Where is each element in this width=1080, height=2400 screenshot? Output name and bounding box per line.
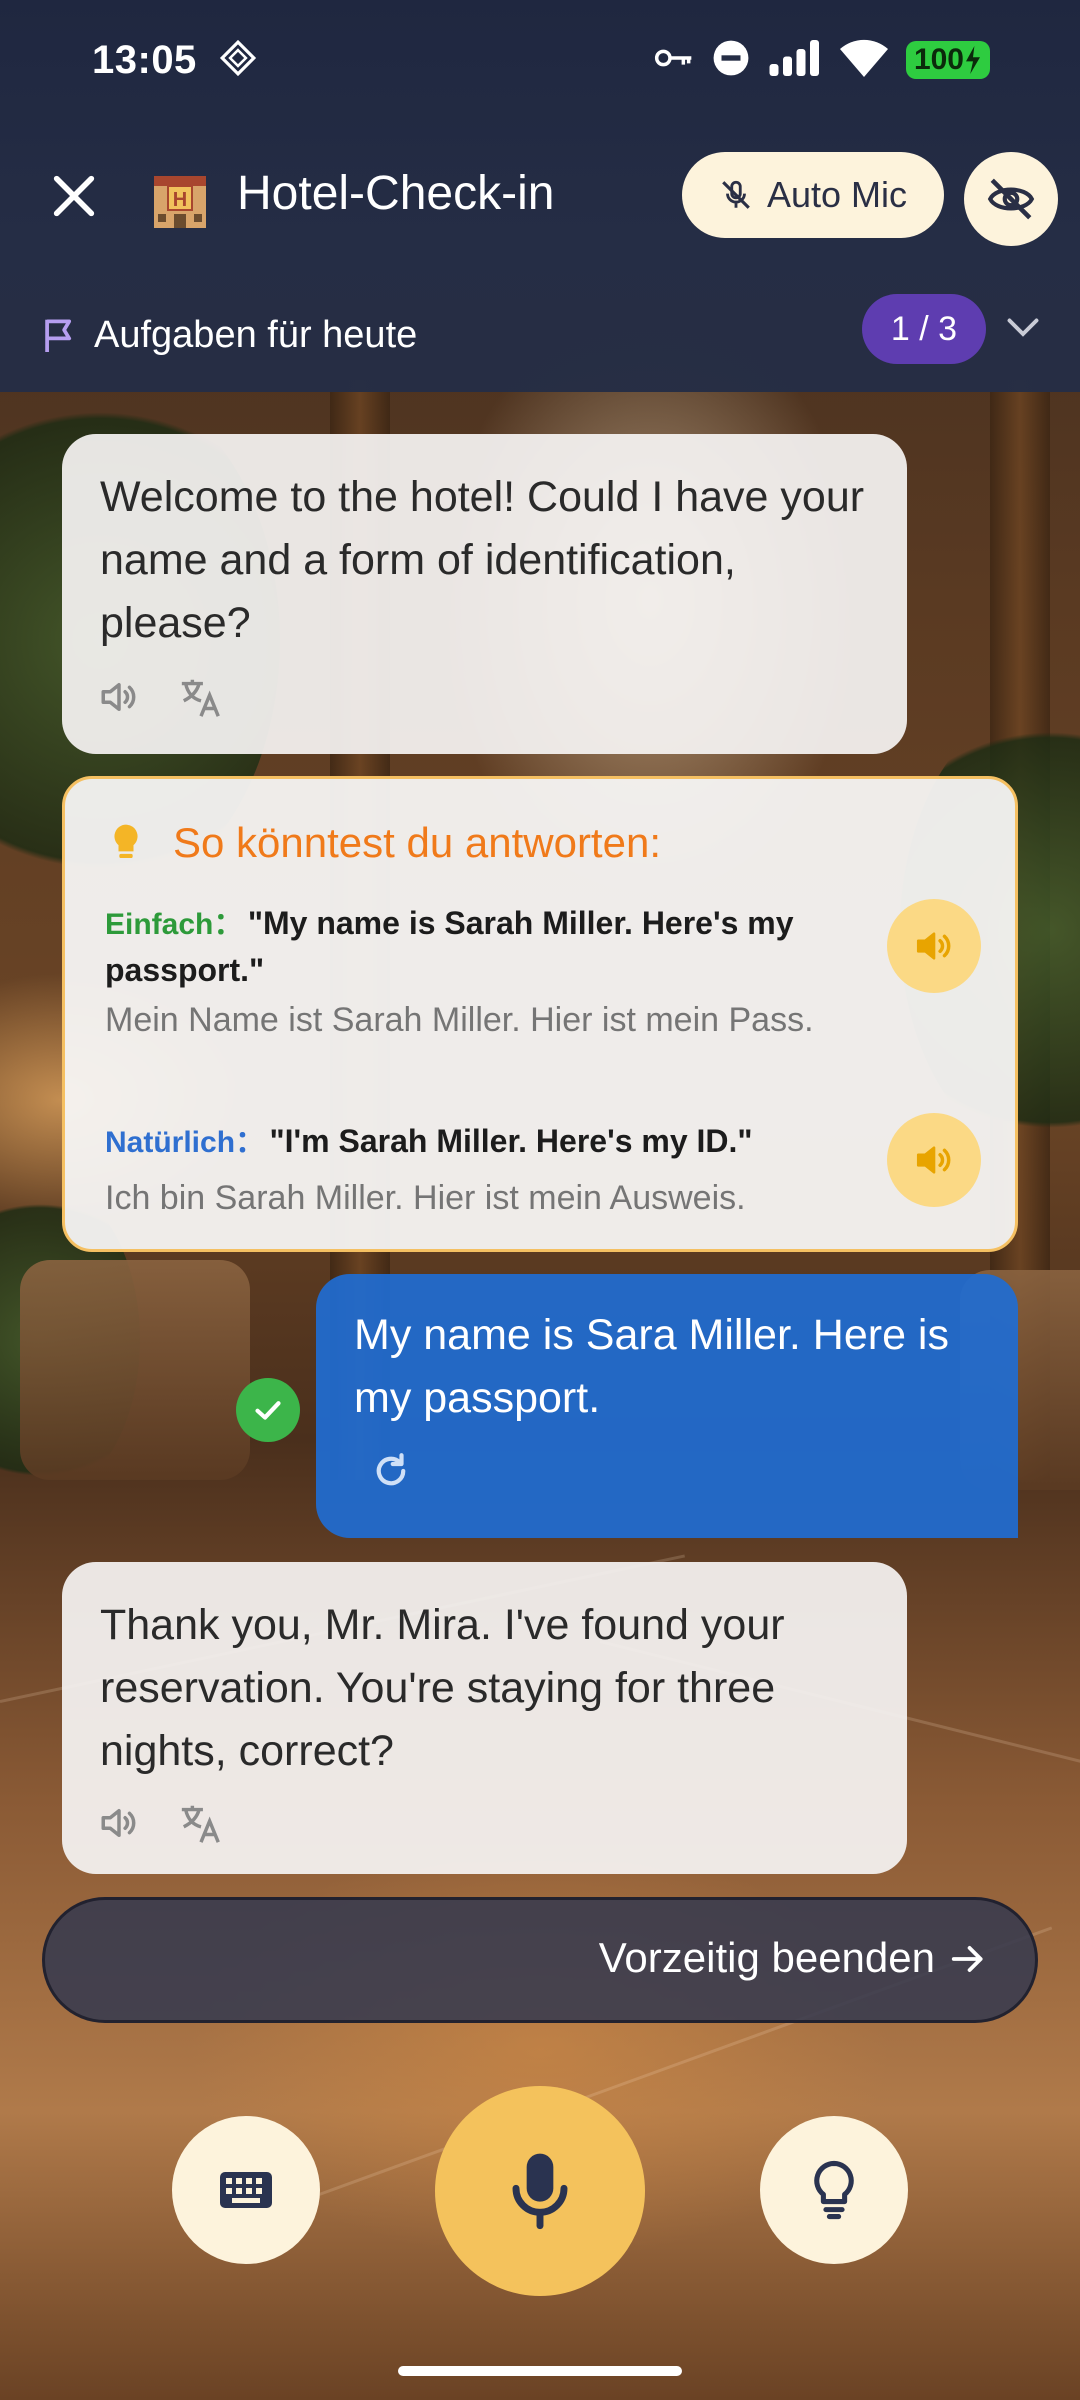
retry-icon[interactable] [370, 1450, 412, 1497]
do-not-disturb-icon [712, 39, 750, 82]
diamond-outline-icon [219, 39, 257, 82]
speaker-icon [916, 1146, 951, 1174]
keyboard-icon [220, 2172, 272, 2208]
keyboard-button[interactable] [172, 2116, 320, 2264]
user-message-bubble: My name is Sara Miller. Here is my passp… [316, 1274, 1018, 1538]
close-icon [53, 175, 95, 217]
correct-check-icon [236, 1378, 300, 1442]
play-simple-suggestion-button[interactable] [887, 899, 981, 993]
speaker-icon[interactable] [98, 1802, 140, 1849]
signal-icon [768, 39, 822, 81]
mic-off-icon [722, 180, 750, 209]
speaker-icon[interactable] [98, 676, 140, 723]
simple-label: Einfach [105, 908, 214, 941]
end-early-button[interactable]: Vorzeitig beenden [42, 1897, 1038, 2023]
eye-off-icon [987, 178, 1035, 220]
lightbulb-icon [814, 2160, 854, 2220]
hint-title: So könntest du antworten: [173, 819, 661, 866]
status-time: 13:05 [92, 37, 197, 82]
flag-icon [42, 316, 76, 359]
home-indicator[interactable] [398, 2366, 682, 2376]
app-header: H Hotel-Check-in Auto Mic [0, 140, 1080, 252]
translate-icon[interactable] [178, 1800, 224, 1851]
arrow-right-icon [949, 1940, 987, 1983]
hint-button[interactable] [760, 2116, 908, 2264]
user-message-text: My name is Sara Miller. Here is my passp… [354, 1311, 949, 1422]
tasks-label: Aufgaben für heute [94, 314, 418, 356]
natural-suggestion-translation: Ich bin Sarah Miller. Hier ist mein Ausw… [105, 1179, 746, 1217]
hide-text-button[interactable] [964, 152, 1058, 246]
lightbulb-icon [109, 823, 143, 868]
chevron-down-icon[interactable] [1005, 316, 1041, 345]
status-bar: 13:05 100 [0, 0, 1080, 120]
mic-icon [512, 2153, 568, 2230]
svg-text:H: H [173, 189, 187, 211]
ai-message-text: Thank you, Mr. Mira. I've found your res… [100, 1601, 785, 1775]
auto-mic-label: Auto Mic [766, 174, 908, 215]
close-button[interactable] [48, 170, 100, 222]
page-title: Hotel-Check-in [237, 167, 555, 220]
auto-mic-button[interactable]: Auto Mic [682, 152, 944, 238]
key-icon [654, 43, 694, 78]
ai-message-text: Welcome to the hotel! Could I have your … [100, 473, 865, 647]
wifi-icon [839, 39, 888, 82]
natural-label: Natürlich [105, 1126, 236, 1159]
ai-message-bubble: Thank you, Mr. Mira. I've found your res… [62, 1562, 907, 1874]
ai-message-bubble: Welcome to the hotel! Could I have your … [62, 434, 907, 754]
battery-charging-icon [966, 46, 980, 74]
simple-suggestion-translation: Mein Name ist Sarah Miller. Hier ist mei… [105, 1001, 814, 1039]
daily-tasks-row[interactable]: Aufgaben für heute 1 / 3 [0, 290, 1080, 390]
end-early-label: Vorzeitig beenden [598, 1934, 935, 1981]
answer-suggestions-card: So könntest du antworten: Einfach： "My n… [62, 776, 1018, 1252]
battery-indicator: 100 [905, 41, 990, 79]
simple-suggestion: Einfach： "My name is Sarah Miller. Here'… [105, 905, 794, 988]
translate-icon[interactable] [178, 674, 224, 725]
microphone-button[interactable] [435, 2086, 645, 2296]
task-progress-badge: 1 / 3 [862, 294, 986, 364]
natural-suggestion-text: "I'm Sarah Miller. Here's my ID." [269, 1123, 753, 1159]
play-natural-suggestion-button[interactable] [887, 1113, 981, 1207]
natural-suggestion: Natürlich： "I'm Sarah Miller. Here's my … [105, 1123, 753, 1159]
speaker-icon [916, 932, 951, 960]
hotel-icon: H [148, 168, 212, 228]
